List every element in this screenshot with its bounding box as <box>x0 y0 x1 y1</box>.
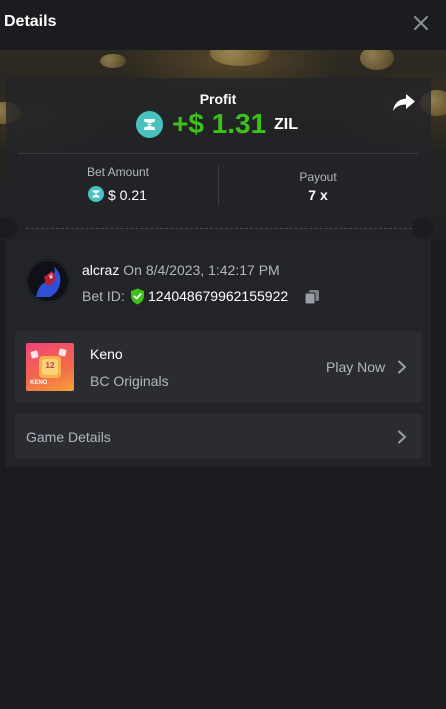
profit-currency: ZIL <box>274 116 298 133</box>
page-title: Details <box>4 13 57 30</box>
close-icon <box>414 16 428 30</box>
shield-check-icon <box>131 288 144 305</box>
ticket-notch <box>412 217 434 239</box>
coin-decoration <box>360 50 394 70</box>
zilliqa-icon <box>136 111 163 138</box>
user-line: alcraz On 8/4/2023, 1:42:17 PM <box>82 262 280 278</box>
zilliqa-icon <box>88 186 104 202</box>
game-details-label: Game Details <box>26 429 111 445</box>
profit-row: +$ 1.31 ZIL <box>136 108 336 140</box>
dashed-divider <box>26 228 412 229</box>
copy-icon[interactable] <box>304 289 320 305</box>
bet-timestamp: On 8/4/2023, 1:42:17 PM <box>123 262 280 278</box>
share-button[interactable] <box>392 92 416 112</box>
coin-decoration <box>210 50 270 66</box>
profit-label: Profit <box>199 91 237 107</box>
chevron-right-icon <box>398 360 406 374</box>
game-thumb-number: 12 <box>45 361 55 370</box>
bet-amount-row: $ 0.21 <box>88 186 208 204</box>
payout-label: Payout <box>299 170 337 184</box>
game-row[interactable]: 12 KENO Keno BC Originals Play Now <box>15 331 422 403</box>
close-button[interactable] <box>410 12 432 34</box>
game-provider: BC Originals <box>90 373 169 389</box>
game-details-row[interactable]: Game Details <box>15 414 422 459</box>
avatar[interactable] <box>26 259 70 303</box>
coin-decoration <box>100 54 126 68</box>
username[interactable]: alcraz <box>82 262 119 278</box>
bet-amount-value: $ 0.21 <box>108 187 147 203</box>
bet-id-label: Bet ID: <box>82 288 125 304</box>
play-now-link[interactable]: Play Now <box>326 359 385 375</box>
profit-amount: +$ 1.31 <box>172 108 267 139</box>
details-header: Details <box>0 0 446 46</box>
bet-id-value: 124048679962155922 <box>148 288 289 304</box>
chevron-right-icon <box>398 430 406 444</box>
game-thumbnail: 12 KENO <box>26 343 74 391</box>
game-thumb-label: KENO <box>30 380 48 386</box>
share-icon <box>393 94 415 111</box>
bet-amount-label: Bet Amount <box>86 165 150 179</box>
divider <box>18 153 418 154</box>
game-name: Keno <box>90 346 123 362</box>
payout-value: 7 x <box>308 187 328 203</box>
